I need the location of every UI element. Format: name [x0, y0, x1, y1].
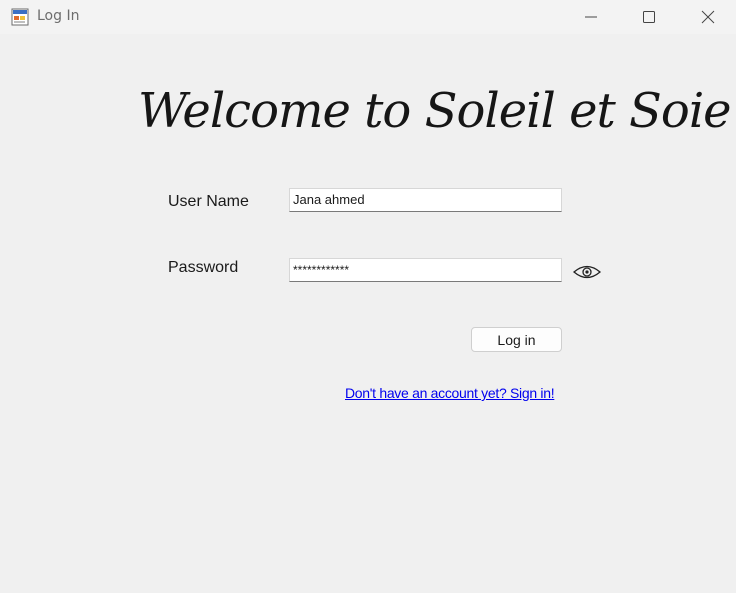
signup-link[interactable]: Don't have an account yet? Sign in! — [345, 385, 555, 401]
app-icon — [11, 8, 29, 26]
welcome-heading: Welcome to Soleil et Soie — [138, 83, 732, 139]
show-password-button[interactable] — [570, 261, 604, 283]
title-bar[interactable]: Log In — [0, 0, 736, 34]
close-button[interactable] — [679, 0, 736, 34]
close-icon — [701, 10, 715, 24]
minimize-button[interactable] — [562, 0, 620, 34]
minimize-icon — [585, 16, 597, 18]
login-button[interactable]: Log in — [471, 327, 562, 352]
password-input[interactable]: ************ — [289, 258, 562, 282]
window-title: Log In — [37, 8, 80, 24]
login-window: Log In Welcome to Soleil et Soie User Na… — [0, 0, 736, 593]
eye-icon — [572, 265, 602, 279]
username-input[interactable]: Jana ahmed — [289, 188, 562, 212]
maximize-button[interactable] — [620, 0, 678, 34]
maximize-icon — [643, 11, 655, 23]
password-label: Password — [168, 259, 239, 276]
username-label: User Name — [168, 193, 249, 210]
